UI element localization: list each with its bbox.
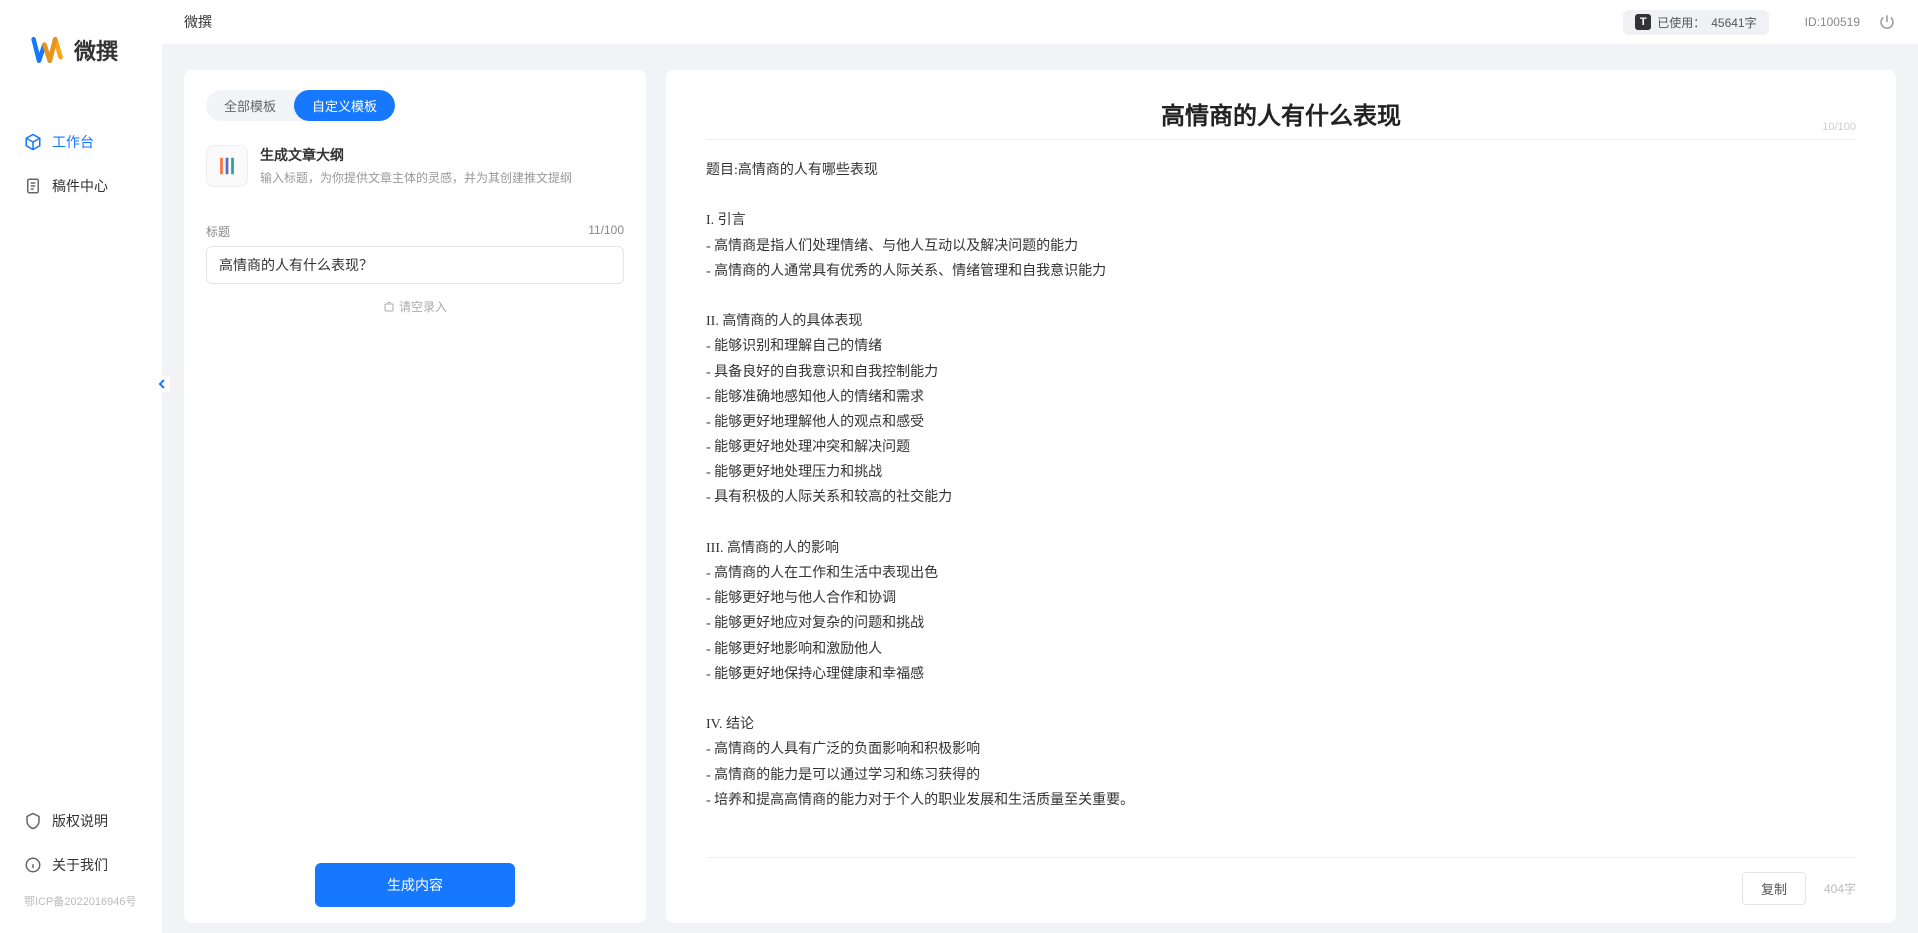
nav-item-about[interactable]: 关于我们 <box>0 845 162 885</box>
doc-icon <box>24 177 42 195</box>
nav-bottom: 版权说明 关于我们 鄂ICP备2022016946号 <box>0 797 162 933</box>
logo-icon <box>30 32 66 68</box>
usage-pill[interactable]: T 已使用： 45641字 <box>1623 10 1768 35</box>
usage-value: 45641字 <box>1711 14 1756 31</box>
nav-label: 版权说明 <box>52 811 108 831</box>
nav-item-drafts[interactable]: 稿件中心 <box>0 166 162 206</box>
info-icon <box>24 856 42 874</box>
copy-button[interactable]: 复制 <box>1742 872 1806 905</box>
nav-item-copyright[interactable]: 版权说明 <box>0 801 162 841</box>
title-input[interactable] <box>206 246 624 284</box>
char-counter: 11/100 <box>588 223 624 240</box>
template-panel: 全部模板 自定义模板 生成文章大纲 输入标题，为你提供文章主体的灵感，并为其创建… <box>184 70 646 923</box>
logo-text: 微撰 <box>74 34 118 66</box>
document-footer: 复制 404字 <box>706 857 1856 905</box>
logo[interactable]: 微撰 <box>0 0 162 68</box>
icp-text: 鄂ICP备2022016946号 <box>0 889 162 921</box>
nav: 工作台 稿件中心 <box>0 118 162 797</box>
word-count: 404字 <box>1824 880 1856 897</box>
page-title: 微撰 <box>184 12 212 32</box>
generate-button[interactable]: 生成内容 <box>315 863 515 907</box>
template-title: 生成文章大纲 <box>260 145 572 165</box>
title-char-counter: 10/100 <box>1822 121 1856 133</box>
main: 全部模板 自定义模板 生成文章大纲 输入标题，为你提供文章主体的灵感，并为其创建… <box>162 44 1918 933</box>
text-badge-icon: T <box>1635 14 1651 30</box>
usage-label: 已使用： <box>1657 14 1705 31</box>
user-id: ID:100519 <box>1805 15 1860 29</box>
document-title[interactable]: 高情商的人有什么表现 <box>706 96 1856 131</box>
cube-icon <box>24 133 42 151</box>
template-desc: 输入标题，为你提供文章主体的灵感，并为其创建推文提纲 <box>260 169 572 186</box>
sidebar: 微撰 工作台 稿件中心 版权说明 关于我们 鄂ICP备2 <box>0 0 162 933</box>
document-body[interactable]: 题目:高情商的人有哪些表现 I. 引言 - 高情商是指人们处理情绪、与他人互动以… <box>706 158 1856 857</box>
power-icon[interactable] <box>1878 13 1896 31</box>
output-panel: 高情商的人有什么表现 10/100 题目:高情商的人有哪些表现 I. 引言 - … <box>666 70 1896 923</box>
field-label: 标题 <box>206 223 230 240</box>
clear-icon <box>383 301 395 313</box>
template-icon <box>206 145 248 187</box>
nav-item-workbench[interactable]: 工作台 <box>0 122 162 162</box>
template-card: 生成文章大纲 输入标题，为你提供文章主体的灵感，并为其创建推文提纲 <box>206 145 624 187</box>
tabs: 全部模板 自定义模板 <box>206 90 395 121</box>
shield-icon <box>24 812 42 830</box>
nav-label: 稿件中心 <box>52 176 108 196</box>
tab-all-templates[interactable]: 全部模板 <box>206 90 294 121</box>
clear-input-link[interactable]: 请空录入 <box>206 298 624 315</box>
tab-custom-templates[interactable]: 自定义模板 <box>294 90 395 121</box>
nav-label: 关于我们 <box>52 855 108 875</box>
nav-label: 工作台 <box>52 132 94 152</box>
topbar: 微撰 T 已使用： 45641字 ID:100519 <box>162 0 1918 44</box>
